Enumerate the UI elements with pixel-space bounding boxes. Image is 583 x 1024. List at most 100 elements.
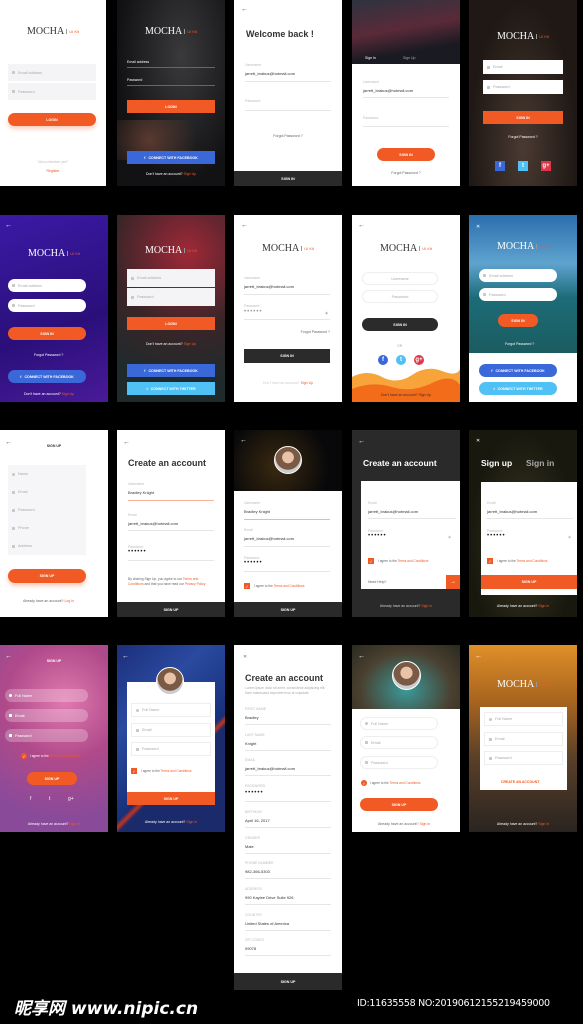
google-plus-icon[interactable]: g+	[414, 355, 424, 365]
close-icon[interactable]: ✕	[476, 224, 480, 230]
password-field[interactable]: Password	[360, 756, 438, 769]
back-arrow-icon[interactable]: ←	[241, 6, 248, 13]
agree-checkbox[interactable]: ✓	[131, 768, 137, 774]
login-button[interactable]: LOGIN	[8, 113, 96, 126]
username-input[interactable]: jarrett_brakus@hotmail.com	[244, 284, 294, 289]
back-arrow-icon[interactable]: ←	[358, 653, 365, 660]
facebook-icon[interactable]: f	[495, 161, 505, 171]
email-field[interactable]: Email address	[479, 269, 557, 282]
signup-button[interactable]: SIGN UP	[481, 575, 577, 589]
signup-button[interactable]: SIGN UP	[8, 569, 86, 583]
signin-button[interactable]: SIGN IN	[8, 327, 86, 340]
password-field[interactable]: Password	[5, 729, 88, 742]
email-field[interactable]: Email	[131, 723, 211, 737]
facebook-icon[interactable]: f	[378, 355, 388, 365]
privacy-link[interactable]: Privacy Policy	[185, 582, 206, 586]
facebook-icon[interactable]: f	[30, 796, 31, 802]
email-field[interactable]: Email	[484, 732, 563, 746]
field-input[interactable]: Male	[245, 844, 254, 849]
twitter-icon[interactable]: t	[49, 796, 50, 802]
signin-button[interactable]: SIGN IN	[244, 349, 330, 363]
email-input[interactable]: jarrett_brakus@hotmail.com	[128, 521, 178, 526]
google-plus-icon[interactable]: g+	[541, 161, 551, 171]
signup-button[interactable]: SIGN UP	[234, 973, 342, 990]
phone-field[interactable]: Phone	[8, 519, 86, 537]
login-link[interactable]: Log In	[64, 599, 74, 603]
field-input[interactable]: 990 Kaylee Drive Suite 926	[245, 895, 293, 900]
twitter-button[interactable]: t CONNECT WITH TWITTER	[479, 382, 557, 395]
back-arrow-icon[interactable]: ←	[358, 438, 365, 445]
username-input[interactable]: Bradley Knight	[128, 490, 154, 495]
field-input[interactable]: 09078	[245, 946, 256, 951]
username-input[interactable]: jarrett_brakus@hotmail.com	[363, 88, 413, 93]
signin-link[interactable]: Sign in	[538, 822, 549, 826]
google-plus-icon[interactable]: g+	[68, 796, 74, 802]
back-arrow-icon[interactable]: ←	[240, 437, 247, 444]
signup-button[interactable]: SIGN UP	[234, 602, 342, 617]
password-field[interactable]: Password	[8, 501, 86, 519]
back-arrow-icon[interactable]: ←	[5, 222, 12, 229]
password-input[interactable]: ••••••	[487, 533, 506, 539]
field-input[interactable]: Bradley	[245, 715, 259, 720]
email-field[interactable]: Email	[483, 60, 563, 74]
username-input[interactable]: jarrett_brakus@hotmail.com	[245, 71, 295, 76]
forgot-password-link[interactable]: Forgot Password ?	[301, 330, 330, 334]
password-input[interactable]: ••••••	[244, 309, 263, 315]
full-name-field[interactable]: Full Name	[5, 689, 88, 702]
eye-icon[interactable]: ◉	[448, 535, 451, 539]
signin-link[interactable]: Sign in	[69, 822, 80, 826]
email-field[interactable]: Email	[8, 483, 86, 501]
password-field[interactable]: Password	[8, 83, 96, 100]
terms-link[interactable]: Terms and Conditions	[517, 559, 548, 563]
signin-button[interactable]: SIGN IN	[362, 318, 438, 331]
agree-checkbox[interactable]: ✓	[368, 558, 374, 564]
name-field[interactable]: Name	[8, 465, 86, 483]
address-field[interactable]: Address	[8, 537, 86, 555]
password-input[interactable]: ••••••	[244, 560, 263, 566]
signup-link[interactable]: Sign Up	[184, 172, 196, 176]
signin-button[interactable]: SIGN IN	[234, 171, 342, 186]
signin-link[interactable]: Sign in	[421, 604, 432, 608]
field-input[interactable]: ••••••	[245, 790, 264, 796]
password-input[interactable]	[363, 126, 449, 127]
email-field[interactable]: Email	[360, 736, 438, 749]
facebook-button[interactable]: f CONNECT WITH FACEBOOK	[127, 364, 215, 377]
password-input[interactable]: ••••••	[128, 549, 147, 555]
signup-link[interactable]: Sign Up	[419, 393, 431, 397]
signin-button[interactable]: SIGN IN	[483, 111, 563, 124]
field-input[interactable]: April 16, 2017	[245, 818, 270, 823]
forgot-password-link[interactable]: Forgot Password ?	[352, 171, 460, 175]
field-input[interactable]: United States of America	[245, 921, 289, 926]
terms-link[interactable]: Terms and Conditions	[161, 769, 192, 773]
signup-button[interactable]: SIGN UP	[127, 792, 215, 805]
login-button[interactable]: LOGIN	[127, 317, 215, 330]
agree-checkbox[interactable]: ✓	[361, 780, 367, 786]
tab-signin[interactable]: Sign in	[526, 458, 554, 468]
signin-button[interactable]: SIGN IN	[377, 148, 435, 161]
email-field[interactable]: Email address	[127, 60, 149, 64]
password-field[interactable]: Password	[127, 78, 142, 82]
eye-icon[interactable]: ◉	[325, 311, 328, 315]
twitter-icon[interactable]: t	[518, 161, 528, 171]
signin-link[interactable]: Sign in	[186, 820, 197, 824]
signup-button[interactable]: SIGN UP	[27, 772, 77, 785]
terms-link[interactable]: Terms and Conditions	[390, 781, 421, 785]
password-field[interactable]: Password	[483, 80, 563, 94]
close-icon[interactable]: ✕	[476, 438, 480, 444]
eye-icon[interactable]: ◉	[568, 535, 571, 539]
email-field[interactable]: Email address	[127, 269, 215, 287]
terms-link[interactable]: Terms and Conditions	[50, 754, 81, 758]
terms-link[interactable]: Terms and Conditions	[398, 559, 429, 563]
twitter-button[interactable]: t CONNECT WITH TWITTER	[127, 382, 215, 395]
forgot-password-link[interactable]: Forgot Password ?	[34, 353, 63, 357]
password-input[interactable]	[245, 110, 331, 111]
signup-link[interactable]: Sign Up	[62, 392, 74, 396]
twitter-icon[interactable]: t	[396, 355, 406, 365]
password-field[interactable]: Password	[479, 288, 557, 301]
password-field[interactable]: Password	[484, 751, 563, 765]
full-name-field[interactable]: Full Name	[360, 717, 438, 730]
signin-link[interactable]: Sign in	[419, 822, 430, 826]
arrow-right-icon[interactable]: →	[446, 575, 460, 589]
username-field[interactable]: Username	[362, 272, 438, 285]
facebook-button[interactable]: f CONNECT WITH FACEBOOK	[479, 364, 557, 377]
